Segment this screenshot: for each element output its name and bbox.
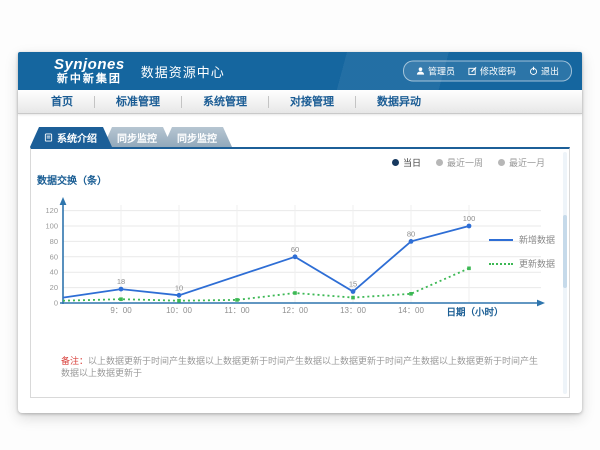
- logout-label: 退出: [541, 65, 559, 78]
- legend-line-solid-icon: [489, 239, 513, 241]
- panel-scrollbar[interactable]: [563, 152, 567, 394]
- logo-text-cn: 新中新集团: [54, 74, 125, 85]
- page: Synjones 新中新集团 数据资源中心 管理员 修改密码 退出: [0, 0, 600, 450]
- x-axis-arrow-icon: [537, 300, 545, 307]
- radio-dot-icon: [436, 159, 443, 166]
- footnote-text: 以上数据更新于时间产生数据以上数据更新于时间产生数据以上数据更新于时间产生数据以…: [61, 356, 538, 378]
- x-tick-label: 9：00: [110, 306, 132, 315]
- tab-system-intro[interactable]: 系统介绍: [30, 127, 112, 147]
- y-axis-arrow-icon: [60, 197, 67, 205]
- tab-strip: 系统介绍 同步监控 同步监控: [30, 127, 223, 147]
- logout-button[interactable]: 退出: [529, 65, 559, 78]
- data-point[interactable]: [293, 254, 298, 259]
- filter-label: 当日: [403, 156, 421, 169]
- footnote-prefix: 备注：: [61, 356, 88, 366]
- edit-icon: [468, 67, 477, 76]
- data-point[interactable]: [119, 297, 123, 301]
- x-tick-label: 12：00: [282, 306, 308, 315]
- filter-last-week[interactable]: 最近一周: [436, 156, 483, 169]
- filter-label: 最近一月: [509, 156, 545, 169]
- data-point[interactable]: [235, 298, 239, 302]
- doc-icon: [44, 133, 53, 142]
- legend-item-update-data[interactable]: 更新数据: [489, 257, 555, 270]
- data-point[interactable]: [293, 291, 297, 295]
- legend-item-new-data[interactable]: 新增数据: [489, 233, 555, 246]
- legend-label: 新增数据: [519, 233, 555, 246]
- nav-item-system-mgmt[interactable]: 系统管理: [182, 96, 269, 108]
- tab-label: 同步监控: [177, 130, 217, 145]
- data-point-label: 15: [349, 280, 357, 289]
- company-logo: Synjones 新中新集团: [54, 57, 125, 85]
- data-point[interactable]: [409, 292, 413, 296]
- y-tick-label: 120: [45, 206, 58, 215]
- legend-line-dotted-icon: [489, 263, 513, 265]
- tab-label: 系统介绍: [57, 130, 97, 145]
- app-title: 数据资源中心: [141, 62, 225, 81]
- y-tick-label: 40: [50, 268, 58, 277]
- data-point[interactable]: [119, 287, 124, 292]
- footnote: 备注：以上数据更新于时间产生数据以上数据更新于时间产生数据以上数据更新于时间产生…: [61, 355, 547, 379]
- data-point[interactable]: [351, 296, 355, 300]
- data-point-label: 60: [291, 245, 299, 254]
- nav-item-interface-mgmt[interactable]: 对接管理: [269, 96, 356, 108]
- data-point[interactable]: [177, 299, 181, 303]
- legend-label: 更新数据: [519, 257, 555, 270]
- chart-legend: 新增数据 更新数据: [489, 233, 555, 270]
- y-tick-label: 100: [45, 222, 58, 231]
- y-axis-title: 数据交换（条）: [37, 172, 107, 187]
- scrollbar-thumb[interactable]: [563, 215, 567, 288]
- x-axis-title: 日期（小时）: [446, 307, 503, 319]
- x-tick-label: 13：00: [340, 306, 366, 315]
- radio-dot-icon: [392, 159, 399, 166]
- range-filters: 当日 最近一周 最近一月: [392, 156, 545, 169]
- data-point[interactable]: [467, 267, 471, 271]
- line-chart: 0 20 40 60 80 100 120 9：00 10：00 11：00 12：00 13：00 1…: [31, 195, 551, 325]
- main-nav: 首页 标准管理 系统管理 对接管理 数据异动: [18, 90, 582, 114]
- data-point-label: 80: [407, 229, 415, 238]
- y-tick-label: 0: [54, 299, 58, 308]
- logo-text-en: Synjones: [54, 57, 125, 72]
- chart-panel: 当日 最近一周 最近一月 数据交换（条） 0 20 40 60 80 100 120 9：00…: [30, 147, 570, 398]
- data-point-label: 100: [463, 214, 476, 223]
- tab-label: 同步监控: [117, 130, 157, 145]
- data-point-label: 10: [175, 283, 183, 292]
- filter-label: 最近一周: [447, 156, 483, 169]
- user-icon: [416, 67, 425, 76]
- y-tick-label: 20: [50, 283, 58, 292]
- x-tick-label: 11：00: [224, 306, 250, 315]
- y-tick-label: 80: [50, 237, 58, 246]
- tab-sync-monitor-2[interactable]: 同步监控: [163, 127, 232, 147]
- power-icon: [529, 67, 538, 76]
- tab-sync-monitor-1[interactable]: 同步监控: [103, 127, 172, 147]
- user-toolbar: 管理员 修改密码 退出: [403, 61, 572, 82]
- data-point[interactable]: [351, 289, 356, 294]
- change-password-label: 修改密码: [480, 65, 516, 78]
- data-point[interactable]: [467, 224, 472, 229]
- nav-item-data-change[interactable]: 数据异动: [356, 96, 442, 108]
- change-password-button[interactable]: 修改密码: [468, 65, 516, 78]
- data-point-label: 18: [117, 277, 125, 286]
- y-tick-label: 60: [50, 252, 58, 261]
- filter-today[interactable]: 当日: [392, 156, 421, 169]
- current-user-button[interactable]: 管理员: [416, 65, 455, 78]
- data-point[interactable]: [409, 239, 414, 244]
- current-user-label: 管理员: [428, 65, 455, 78]
- filter-last-month[interactable]: 最近一月: [498, 156, 545, 169]
- radio-dot-icon: [498, 159, 505, 166]
- x-tick-label: 14：00: [398, 306, 424, 315]
- nav-item-standard-mgmt[interactable]: 标准管理: [95, 96, 182, 108]
- nav-item-home[interactable]: 首页: [30, 96, 95, 108]
- app-header: Synjones 新中新集团 数据资源中心 管理员 修改密码 退出: [18, 52, 582, 90]
- data-point[interactable]: [177, 293, 182, 298]
- app-window: Synjones 新中新集团 数据资源中心 管理员 修改密码 退出: [18, 52, 582, 413]
- x-tick-label: 10：00: [166, 306, 192, 315]
